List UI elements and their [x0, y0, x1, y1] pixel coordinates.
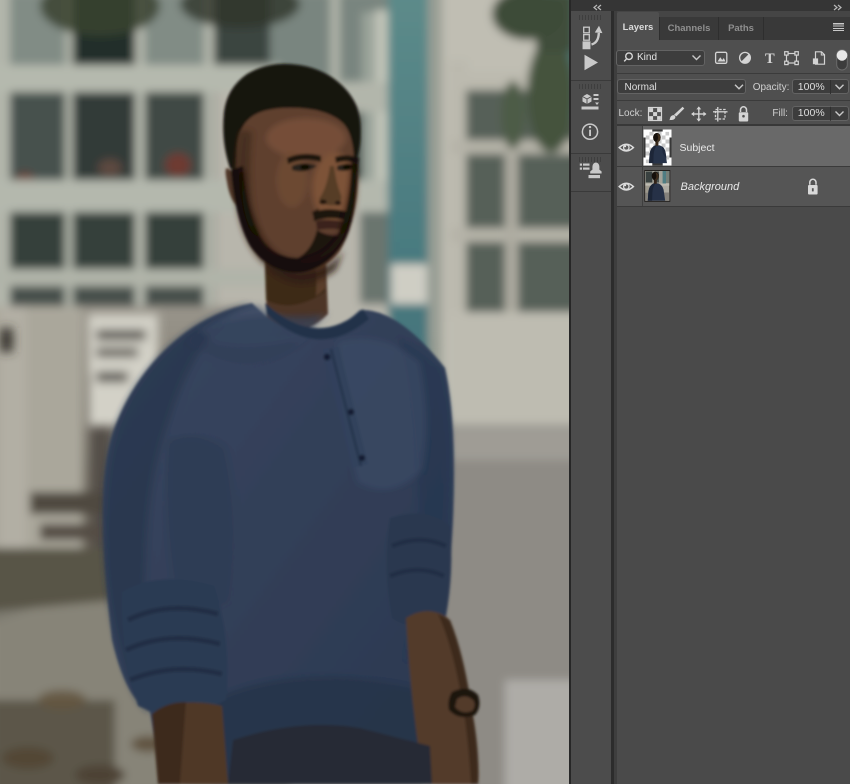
svg-text:T: T	[765, 51, 775, 67]
